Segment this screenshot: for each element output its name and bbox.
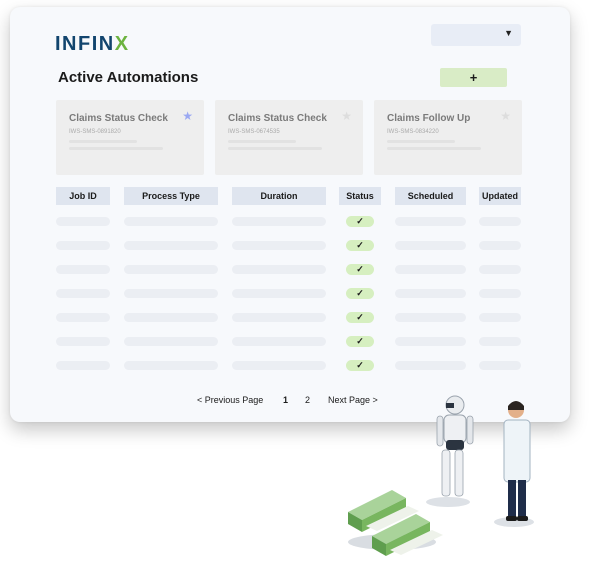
robot-doctor-money-illustration [348,395,534,556]
doctor-icon [494,401,534,527]
robot-icon [426,395,474,507]
